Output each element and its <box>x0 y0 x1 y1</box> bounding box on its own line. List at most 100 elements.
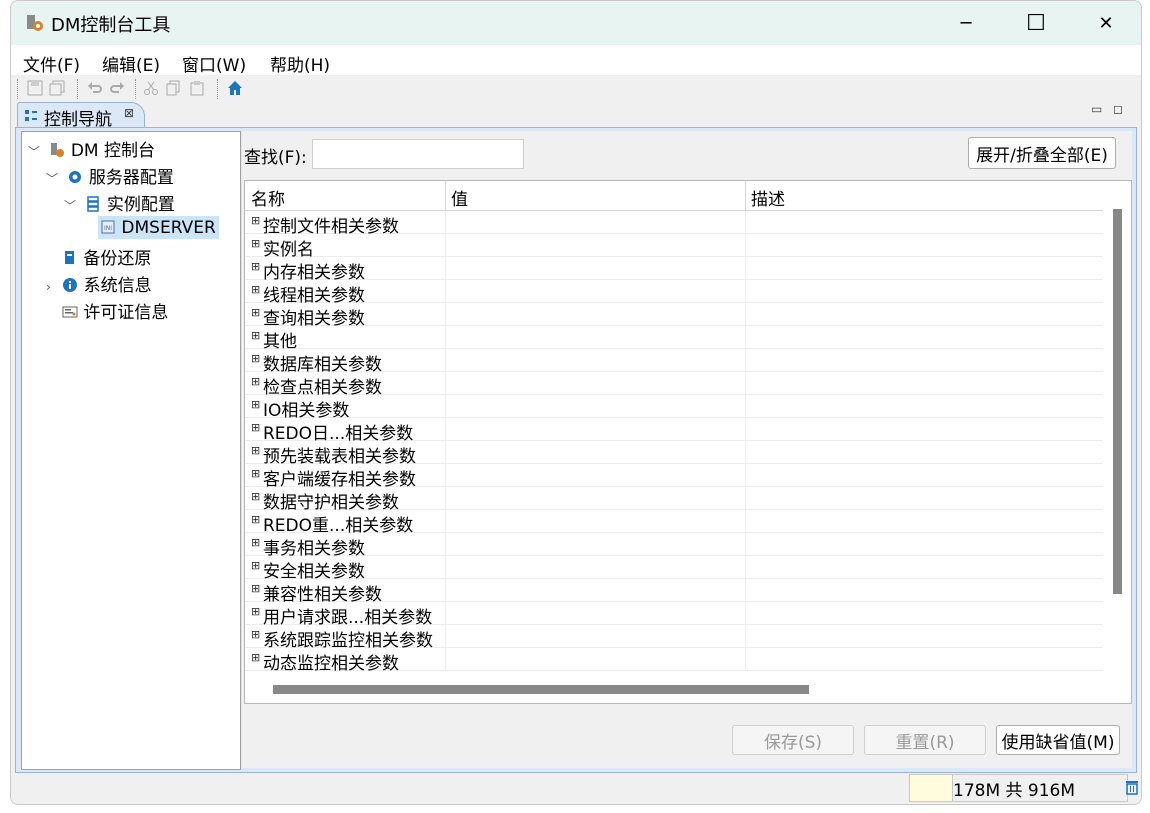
panel-maximize-icon[interactable]: ◻ <box>1113 102 1123 116</box>
tree-item-server-config[interactable]: ﹀ 服务器配置 <box>46 163 174 188</box>
tree-item-console[interactable]: ﹀ DM 控制台 <box>28 136 155 161</box>
table-row[interactable]: ⊞ 控制文件相关参数 <box>245 211 1103 237</box>
table-row[interactable]: ⊞ 系统跟踪监控相关参数 <box>245 625 1103 651</box>
cell-divider <box>445 326 446 348</box>
column-header-value[interactable]: 值 <box>451 185 468 210</box>
search-label: 查找(F): <box>244 148 307 168</box>
table-row[interactable]: ⊞ 预先装载表相关参数 <box>245 441 1103 467</box>
cell-divider <box>745 579 746 601</box>
chevron-down-icon[interactable]: ﹀ <box>46 172 58 186</box>
panel-tabbar: 控制导航 ⊠ ▭ ◻ <box>15 102 1137 130</box>
table-row[interactable]: ⊞ 动态监控相关参数 <box>245 648 1103 674</box>
column-header-description[interactable]: 描述 <box>751 185 785 210</box>
cell-divider <box>745 349 746 371</box>
search-input[interactable] <box>312 139 524 169</box>
expand-icon[interactable]: ⊞ <box>251 329 260 342</box>
table-row[interactable]: ⊞ 检查点相关参数 <box>245 372 1103 398</box>
undo-icon[interactable] <box>87 80 103 96</box>
home-icon[interactable] <box>227 80 243 96</box>
toolbar <box>11 77 1141 101</box>
table-row[interactable]: ⊞ 实例名 <box>245 234 1103 260</box>
reset-button[interactable]: 重置(R) <box>864 725 986 755</box>
save-icon[interactable] <box>27 80 43 96</box>
vertical-scrollbar[interactable] <box>1113 209 1122 594</box>
column-divider[interactable] <box>445 181 446 210</box>
expand-icon[interactable]: ⊞ <box>251 467 260 480</box>
table-row[interactable]: ⊞ 兼容性相关参数 <box>245 579 1103 605</box>
expand-icon[interactable]: ⊞ <box>251 260 260 273</box>
expand-icon[interactable]: ⊞ <box>251 306 260 319</box>
expand-icon[interactable]: ⊞ <box>251 237 260 250</box>
table-row[interactable]: ⊞ IO相关参数 <box>245 395 1103 421</box>
chevron-right-icon[interactable]: › <box>46 280 51 294</box>
table-row[interactable]: ⊞ REDO日...相关参数 <box>245 418 1103 444</box>
table-row[interactable]: ⊞ 客户端缓存相关参数 <box>245 464 1103 490</box>
expand-icon[interactable]: ⊞ <box>251 536 260 549</box>
paste-icon[interactable] <box>189 80 205 96</box>
menu-file[interactable]: 文件(F) <box>23 51 80 76</box>
table-row[interactable]: ⊞ 数据守护相关参数 <box>245 487 1103 513</box>
use-defaults-button[interactable]: 使用缺省值(M) <box>996 725 1120 755</box>
tab-close-icon[interactable]: ⊠ <box>124 106 134 120</box>
expand-icon[interactable]: ⊞ <box>251 444 260 457</box>
menu-help[interactable]: 帮助(H) <box>270 51 330 76</box>
expand-icon[interactable]: ⊞ <box>251 352 260 365</box>
expand-icon[interactable]: ⊞ <box>251 398 260 411</box>
tree-item-dmserver[interactable]: INI DMSERVER <box>98 216 219 239</box>
tree-item-license[interactable]: 许可证信息 <box>62 298 168 323</box>
table-row[interactable]: ⊞ 其他 <box>245 326 1103 352</box>
expand-icon[interactable]: ⊞ <box>251 582 260 595</box>
redo-icon[interactable] <box>109 80 125 96</box>
cell-divider <box>445 211 446 233</box>
ini-file-icon: INI <box>101 220 115 234</box>
table-row[interactable]: ⊞ 线程相关参数 <box>245 280 1103 306</box>
expand-icon[interactable]: ⊞ <box>251 513 260 526</box>
expand-icon[interactable]: ⊞ <box>251 375 260 388</box>
table-row[interactable]: ⊞ 查询相关参数 <box>245 303 1103 329</box>
tree-item-backup[interactable]: 备份还原 <box>62 244 151 269</box>
navigation-tree: ﹀ DM 控制台 ﹀ 服务器配置 ﹀ 实例配置 INI DMSERVER 备份还… <box>21 131 241 770</box>
close-button[interactable]: ✕ <box>1071 1 1141 45</box>
cell-divider <box>745 625 746 647</box>
copy-icon[interactable] <box>165 80 181 96</box>
tree-item-system-info[interactable]: › 系统信息 <box>46 271 152 296</box>
table-row[interactable]: ⊞ REDO重...相关参数 <box>245 510 1103 536</box>
chevron-down-icon[interactable]: ﹀ <box>28 145 40 159</box>
expand-icon[interactable]: ⊞ <box>251 421 260 434</box>
expand-collapse-all-button[interactable]: 展开/折叠全部(E) <box>968 137 1116 169</box>
horizontal-scrollbar[interactable] <box>273 685 809 694</box>
maximize-button[interactable]: ☐ <box>1001 1 1071 45</box>
column-header-name[interactable]: 名称 <box>251 185 285 210</box>
table-row[interactable]: ⊞ 用户请求跟...相关参数 <box>245 602 1103 628</box>
trash-icon[interactable] <box>1125 779 1139 795</box>
table-row[interactable]: ⊞ 事务相关参数 <box>245 533 1103 559</box>
tree-item-instance-config[interactable]: ﹀ 实例配置 <box>64 190 175 215</box>
table-row[interactable]: ⊞ 安全相关参数 <box>245 556 1103 582</box>
tree-item-label: DMSERVER <box>121 218 216 238</box>
expand-icon[interactable]: ⊞ <box>251 283 260 296</box>
expand-icon[interactable]: ⊞ <box>251 214 260 227</box>
expand-icon[interactable]: ⊞ <box>251 490 260 503</box>
tree-item-label: 许可证信息 <box>83 303 169 323</box>
table-row[interactable]: ⊞ 内存相关参数 <box>245 257 1103 283</box>
chevron-down-icon[interactable]: ﹀ <box>64 199 76 213</box>
expand-icon[interactable]: ⊞ <box>251 651 260 664</box>
table-header: 名称 值 描述 <box>245 181 1103 211</box>
cut-icon[interactable] <box>143 80 159 96</box>
menu-edit[interactable]: 编辑(E) <box>102 51 160 76</box>
tab-control-navigation[interactable]: 控制导航 ⊠ <box>17 102 145 130</box>
status-bar: 178M 共 916M <box>11 773 1141 803</box>
cell-divider <box>445 556 446 578</box>
table-row[interactable]: ⊞ 数据库相关参数 <box>245 349 1103 375</box>
expand-icon[interactable]: ⊞ <box>251 628 260 641</box>
panel-minimize-icon[interactable]: ▭ <box>1091 102 1102 116</box>
column-divider[interactable] <box>745 181 746 210</box>
expand-icon[interactable]: ⊞ <box>251 605 260 618</box>
minimize-button[interactable]: ─ <box>931 1 1001 45</box>
expand-icon[interactable]: ⊞ <box>251 559 260 572</box>
save-button[interactable]: 保存(S) <box>732 725 854 755</box>
backup-icon <box>65 251 74 264</box>
save-all-icon[interactable] <box>49 80 65 96</box>
menu-window[interactable]: 窗口(W) <box>182 51 246 76</box>
tree-item-label: 实例配置 <box>106 195 175 215</box>
